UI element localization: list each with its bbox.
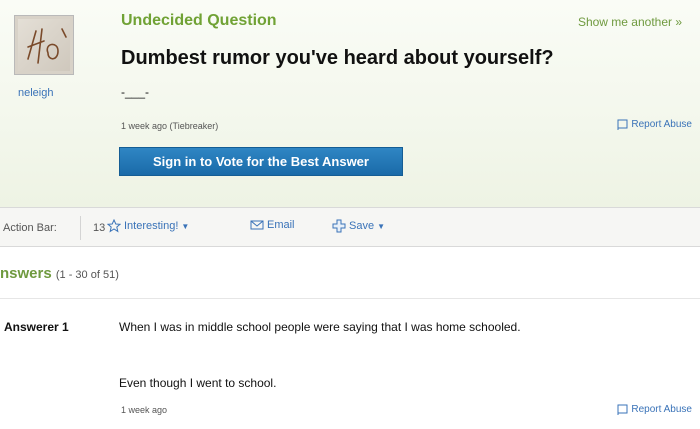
report-abuse-label: Report Abuse xyxy=(631,404,692,415)
avatar[interactable] xyxy=(14,15,74,75)
interesting-count: 13 xyxy=(93,222,106,234)
answer-report-abuse-link[interactable]: Report Abuse xyxy=(617,404,692,415)
question-meta: 1 week ago (Tiebreaker) xyxy=(121,121,219,131)
answers-count: (1 - 30 of 51) xyxy=(55,269,119,281)
star-icon xyxy=(107,219,121,233)
plus-icon xyxy=(332,219,346,233)
flag-icon xyxy=(617,119,628,130)
answer-text: When I was in middle school people were … xyxy=(119,320,521,334)
envelope-icon xyxy=(250,220,264,230)
sign-in-to-vote-button[interactable]: Sign in to Vote for the Best Answer xyxy=(119,147,403,176)
chevron-down-icon: ▼ xyxy=(377,221,385,231)
answerer-name[interactable]: Answerer 1 xyxy=(4,320,69,334)
chevron-down-icon: ▼ xyxy=(181,221,190,231)
question-detail: -___- xyxy=(121,85,150,99)
action-bar-label: Action Bar: xyxy=(3,222,57,234)
interesting-button[interactable]: Interesting! ▼ xyxy=(107,219,189,233)
flag-icon xyxy=(617,404,628,415)
action-bar: Action Bar: 13 Interesting! ▼ Email Save… xyxy=(0,207,700,247)
email-label: Email xyxy=(267,219,295,231)
divider xyxy=(0,298,700,299)
answers-heading-label: nswers xyxy=(0,265,52,282)
save-label: Save xyxy=(349,220,375,232)
question-title: Dumbest rumor you've heard about yoursel… xyxy=(121,47,554,69)
answer-text-continued: Even though I went to school. xyxy=(119,376,277,390)
answers-heading: nswers (1 - 30 of 51) xyxy=(0,265,119,282)
hand-drawn-avatar-icon xyxy=(27,28,67,64)
save-button[interactable]: Save ▼ xyxy=(332,219,385,233)
report-abuse-label: Report Abuse xyxy=(631,119,692,130)
email-button[interactable]: Email xyxy=(250,219,295,231)
show-another-link[interactable]: Show me another » xyxy=(578,15,682,29)
interesting-label: Interesting! xyxy=(124,220,179,232)
answer-timestamp: 1 week ago xyxy=(121,405,168,415)
action-bar-divider xyxy=(80,216,81,240)
report-abuse-link[interactable]: Report Abuse xyxy=(617,119,692,130)
question-type-label: Undecided Question xyxy=(121,12,277,29)
asker-name-link[interactable]: neleigh xyxy=(18,87,53,99)
